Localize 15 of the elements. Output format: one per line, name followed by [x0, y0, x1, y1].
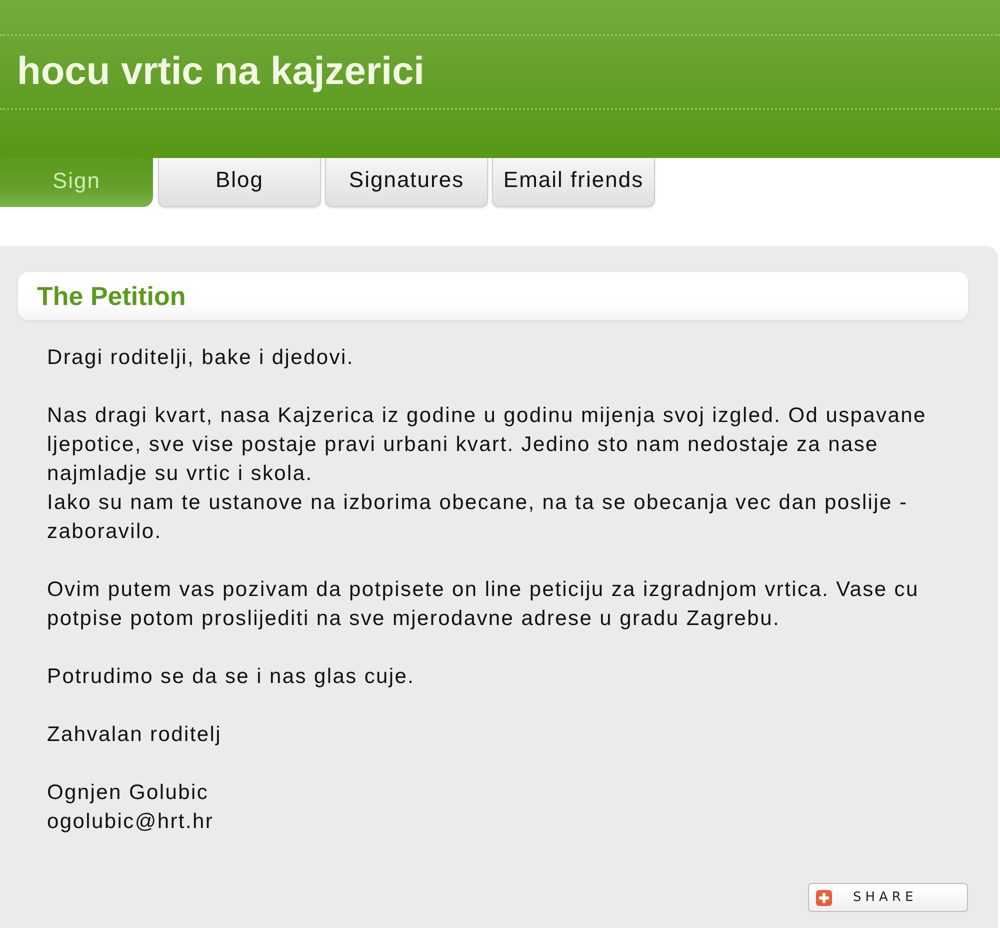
- petition-paragraph: Nas dragi kvart, nasa Kajzerica iz godine u godinu mijenja svoj izgled. Od uspavane ljepotice, sve vise postaje pravi urbani kvart. Jedino sto nam nedostaje za nase najmladje su vrtic i skola. Iako su nam te ustanove na izborima obecane, na ta se obecanja vec dan poslije - zaboravilo.: [47, 403, 928, 545]
- petition-paragraph: Dragi roditelji, bake i djedovi.: [47, 345, 355, 371]
- nav-tab[interactable]: Signatures: [325, 158, 488, 207]
- petition-paragraph: Ovim putem vas pozivam da potpisete on line peticiju za izgradnjom vrtica. Vase cu potpise potom proslijediti na sve mjerodavne adrese u gradu Zagrebu.: [47, 577, 920, 632]
- nav-tab[interactable]: Email friends: [492, 158, 655, 207]
- signature-name: Ognjen Golubic: [47, 780, 209, 806]
- nav-tab[interactable]: Blog: [158, 158, 321, 207]
- section-title: The Petition: [37, 280, 186, 312]
- petition-paragraph: Zahvalan roditelj: [47, 722, 222, 748]
- plus-icon: [816, 890, 832, 906]
- petition-paragraph: Potrudimo se da se i nas glas cuje.: [47, 664, 416, 690]
- share-button[interactable]: SHARE: [808, 883, 968, 912]
- share-label: SHARE: [853, 890, 918, 905]
- site-title: hocu vrtic na kajzerici: [17, 49, 425, 95]
- signature-email: ogolubic@hrt.hr: [47, 809, 214, 835]
